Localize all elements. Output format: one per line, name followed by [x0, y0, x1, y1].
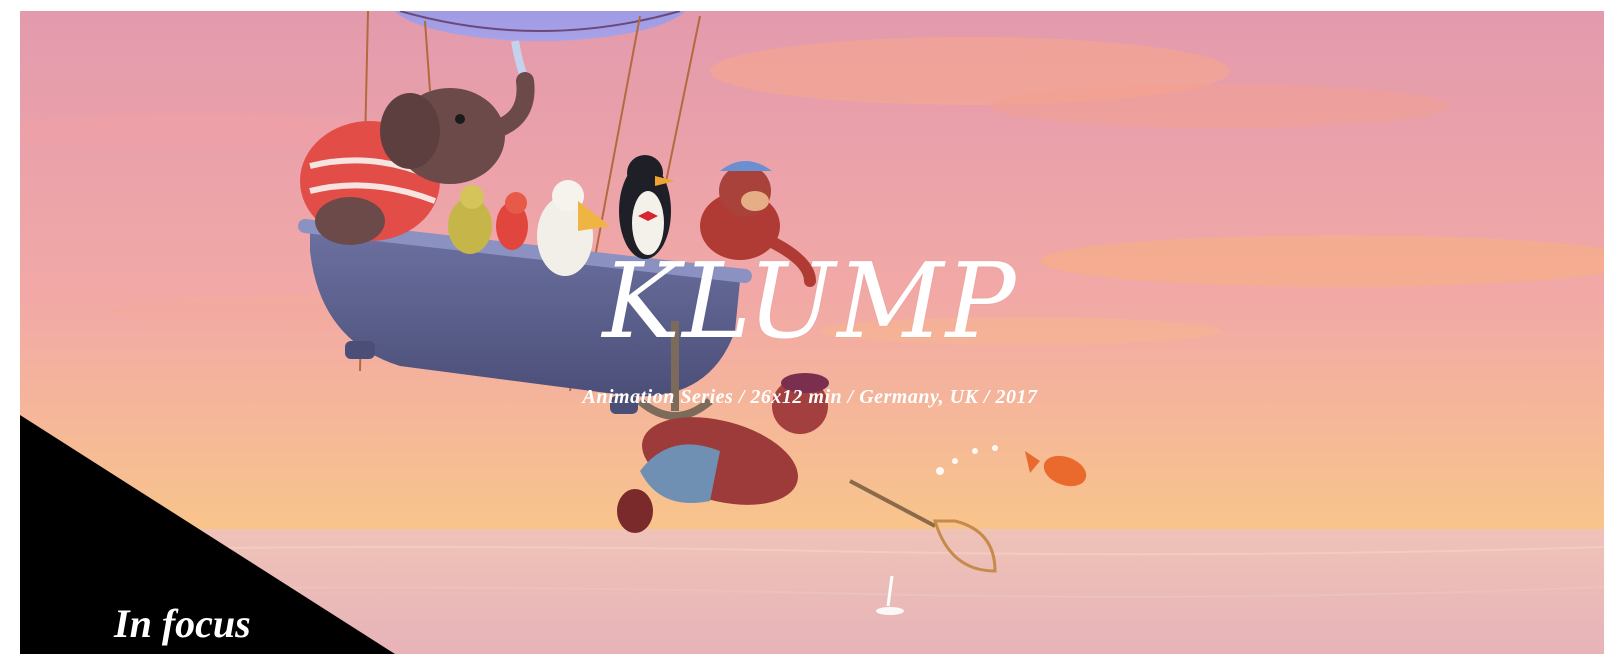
- featured-hero-banner[interactable]: KLUMP Animation Series / 26x12 min / Ger…: [20, 11, 1604, 654]
- page: KLUMP Animation Series / 26x12 min / Ger…: [0, 0, 1604, 654]
- hero-illustration: [20, 11, 1604, 654]
